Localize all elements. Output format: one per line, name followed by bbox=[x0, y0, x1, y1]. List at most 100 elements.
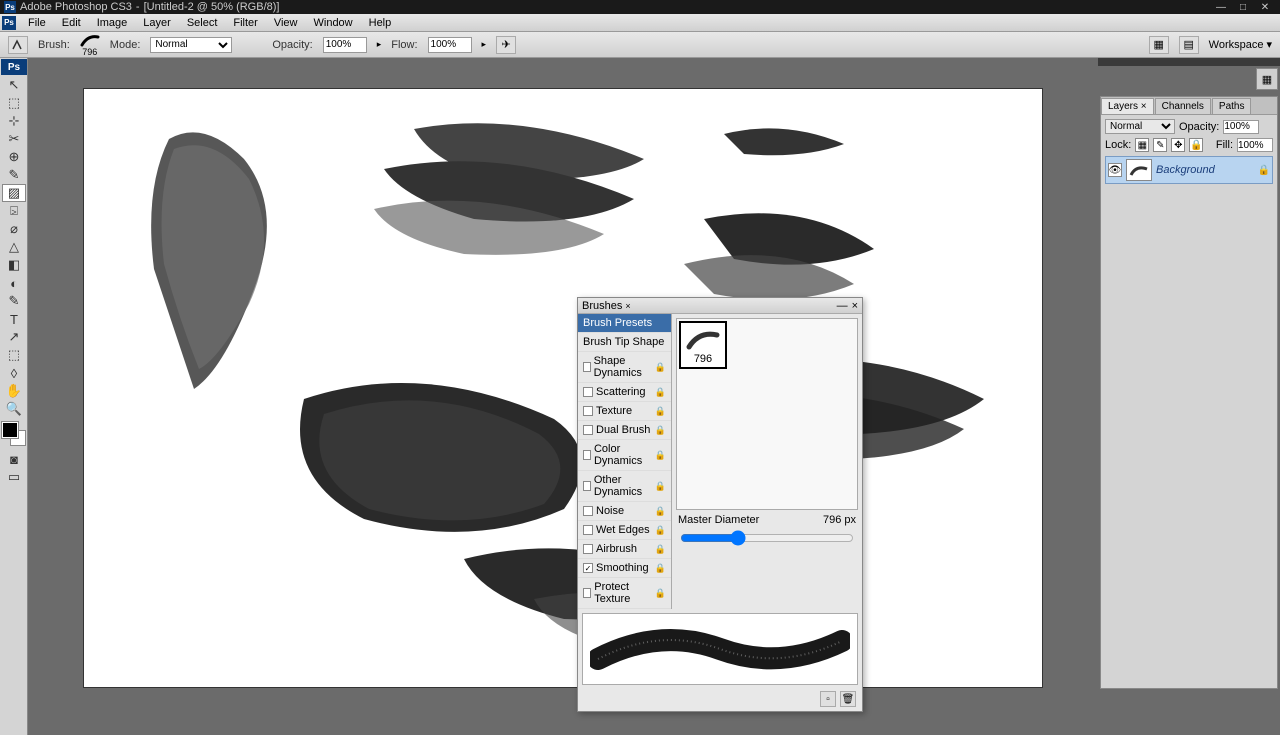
master-diameter-slider[interactable] bbox=[680, 530, 854, 546]
checkbox[interactable] bbox=[583, 387, 593, 397]
airbrush-icon[interactable]: ✈ bbox=[496, 36, 516, 54]
panel-tab-close-icon[interactable]: × bbox=[625, 301, 630, 311]
checkbox[interactable] bbox=[583, 362, 591, 372]
brushes-titlebar[interactable]: Brushes × — × bbox=[578, 298, 862, 314]
tool-3[interactable]: ✂ bbox=[2, 130, 26, 148]
tool-14[interactable]: ↗ bbox=[2, 328, 26, 346]
maximize-button[interactable]: □ bbox=[1232, 1, 1254, 13]
tool-preset-icon[interactable] bbox=[8, 36, 28, 54]
tool-16[interactable]: ◊ bbox=[2, 364, 26, 382]
lock-icon[interactable]: 🔒 bbox=[655, 425, 666, 436]
menu-select[interactable]: Select bbox=[179, 15, 226, 31]
lock-icon[interactable]: 🔒 bbox=[655, 525, 666, 536]
brush-section-texture[interactable]: Texture🔒 bbox=[578, 402, 671, 421]
menu-window[interactable]: Window bbox=[306, 15, 361, 31]
tab-layers[interactable]: Layers × bbox=[1101, 98, 1154, 114]
checkbox[interactable]: ✓ bbox=[583, 563, 593, 573]
tool-6[interactable]: ▨ bbox=[2, 184, 26, 202]
lock-icon[interactable]: 🔒 bbox=[655, 450, 666, 461]
layer-row-background[interactable]: 👁 Background 🔒 bbox=[1105, 156, 1273, 184]
lock-icon[interactable]: 🔒 bbox=[655, 406, 666, 417]
workspace-dropdown[interactable]: Workspace ▾ bbox=[1209, 38, 1272, 51]
menu-filter[interactable]: Filter bbox=[225, 15, 265, 31]
lock-icon[interactable]: 🔒 bbox=[655, 387, 666, 398]
tool-17[interactable]: ✋ bbox=[2, 382, 26, 400]
checkbox[interactable] bbox=[583, 525, 593, 535]
brush-section-other-dynamics[interactable]: Other Dynamics🔒 bbox=[578, 471, 671, 502]
tool-15[interactable]: ⬚ bbox=[2, 346, 26, 364]
lock-position-icon[interactable]: ✥ bbox=[1171, 138, 1185, 152]
lock-icon[interactable]: 🔒 bbox=[655, 506, 666, 517]
tab-channels[interactable]: Channels bbox=[1155, 98, 1211, 114]
panel-close-icon[interactable]: × bbox=[852, 300, 858, 312]
checkbox[interactable] bbox=[583, 425, 593, 435]
lock-pixels-icon[interactable]: ✎ bbox=[1153, 138, 1167, 152]
checkbox[interactable] bbox=[583, 406, 593, 416]
menu-help[interactable]: Help bbox=[361, 15, 400, 31]
delete-brush-icon[interactable]: 🗑 bbox=[840, 691, 856, 707]
brush-section-airbrush[interactable]: Airbrush🔒 bbox=[578, 540, 671, 559]
menu-layer[interactable]: Layer bbox=[135, 15, 179, 31]
tool-7[interactable]: ⍄ bbox=[2, 202, 26, 220]
tool-9[interactable]: △ bbox=[2, 238, 26, 256]
checkbox[interactable] bbox=[583, 450, 591, 460]
canvas[interactable] bbox=[83, 88, 1043, 688]
brush-section-shape-dynamics[interactable]: Shape Dynamics🔒 bbox=[578, 352, 671, 383]
tool-13[interactable]: T bbox=[2, 310, 26, 328]
tool-2[interactable]: ⊹ bbox=[2, 112, 26, 130]
tool-0[interactable]: ↖ bbox=[2, 76, 26, 94]
menu-file[interactable]: File bbox=[20, 15, 54, 31]
dock-collapse-icon[interactable]: ▦ bbox=[1256, 68, 1278, 90]
brush-preset-grid[interactable]: 796 bbox=[676, 318, 858, 510]
layer-opacity-input[interactable] bbox=[1223, 120, 1259, 134]
tool-5[interactable]: ✎ bbox=[2, 166, 26, 184]
blend-mode-select[interactable]: Normal bbox=[1105, 119, 1175, 134]
screenmode-icon[interactable]: ▭ bbox=[2, 468, 26, 486]
flow-dropdown-icon[interactable]: ▸ bbox=[482, 39, 487, 50]
panel-minimize-icon[interactable]: — bbox=[837, 300, 848, 312]
brush-picker[interactable]: 796 bbox=[80, 33, 100, 57]
tool-12[interactable]: ✎ bbox=[2, 292, 26, 310]
lock-icon[interactable]: 🔒 bbox=[655, 588, 666, 599]
opacity-dropdown-icon[interactable]: ▸ bbox=[377, 39, 382, 50]
brush-section-brush-presets[interactable]: Brush Presets bbox=[578, 314, 671, 333]
flow-input[interactable] bbox=[428, 37, 472, 53]
mode-select[interactable]: Normal bbox=[150, 37, 232, 53]
new-brush-icon[interactable]: ▫ bbox=[820, 691, 836, 707]
brush-preset-tile[interactable]: 796 bbox=[679, 321, 727, 369]
lock-icon[interactable]: 🔒 bbox=[655, 563, 666, 574]
checkbox[interactable] bbox=[583, 481, 591, 491]
brush-section-dual-brush[interactable]: Dual Brush🔒 bbox=[578, 421, 671, 440]
visibility-icon[interactable]: 👁 bbox=[1108, 163, 1122, 177]
lock-all-icon[interactable]: 🔒 bbox=[1189, 138, 1203, 152]
brush-section-noise[interactable]: Noise🔒 bbox=[578, 502, 671, 521]
tab-paths[interactable]: Paths bbox=[1212, 98, 1252, 114]
minimize-button[interactable]: — bbox=[1210, 1, 1232, 13]
checkbox[interactable] bbox=[583, 544, 593, 554]
tool-18[interactable]: 🔍 bbox=[2, 400, 26, 418]
doc-icon[interactable]: ▤ bbox=[1179, 36, 1199, 54]
fill-input[interactable] bbox=[1237, 138, 1273, 152]
tool-8[interactable]: ⌀ bbox=[2, 220, 26, 238]
tool-10[interactable]: ◧ bbox=[2, 256, 26, 274]
foreground-color[interactable] bbox=[2, 422, 18, 438]
palette-icon[interactable]: ▦ bbox=[1149, 36, 1169, 54]
menu-image[interactable]: Image bbox=[89, 15, 136, 31]
brush-section-protect-texture[interactable]: Protect Texture🔒 bbox=[578, 578, 671, 609]
close-button[interactable]: ✕ bbox=[1254, 1, 1276, 13]
brush-section-scattering[interactable]: Scattering🔒 bbox=[578, 383, 671, 402]
color-swatches[interactable] bbox=[2, 422, 26, 446]
quickmask-icon[interactable]: ◙ bbox=[2, 450, 26, 468]
menu-edit[interactable]: Edit bbox=[54, 15, 89, 31]
brush-section-color-dynamics[interactable]: Color Dynamics🔒 bbox=[578, 440, 671, 471]
lock-icon[interactable]: 🔒 bbox=[655, 362, 666, 373]
brush-section-brush-tip-shape[interactable]: Brush Tip Shape bbox=[578, 333, 671, 352]
tool-4[interactable]: ⊕ bbox=[2, 148, 26, 166]
lock-icon[interactable]: 🔒 bbox=[655, 481, 666, 492]
checkbox[interactable] bbox=[583, 588, 591, 598]
tool-1[interactable]: ⬚ bbox=[2, 94, 26, 112]
brush-section-wet-edges[interactable]: Wet Edges🔒 bbox=[578, 521, 671, 540]
menu-view[interactable]: View bbox=[266, 15, 306, 31]
tool-11[interactable]: ◐ bbox=[2, 274, 26, 292]
lock-icon[interactable]: 🔒 bbox=[655, 544, 666, 555]
